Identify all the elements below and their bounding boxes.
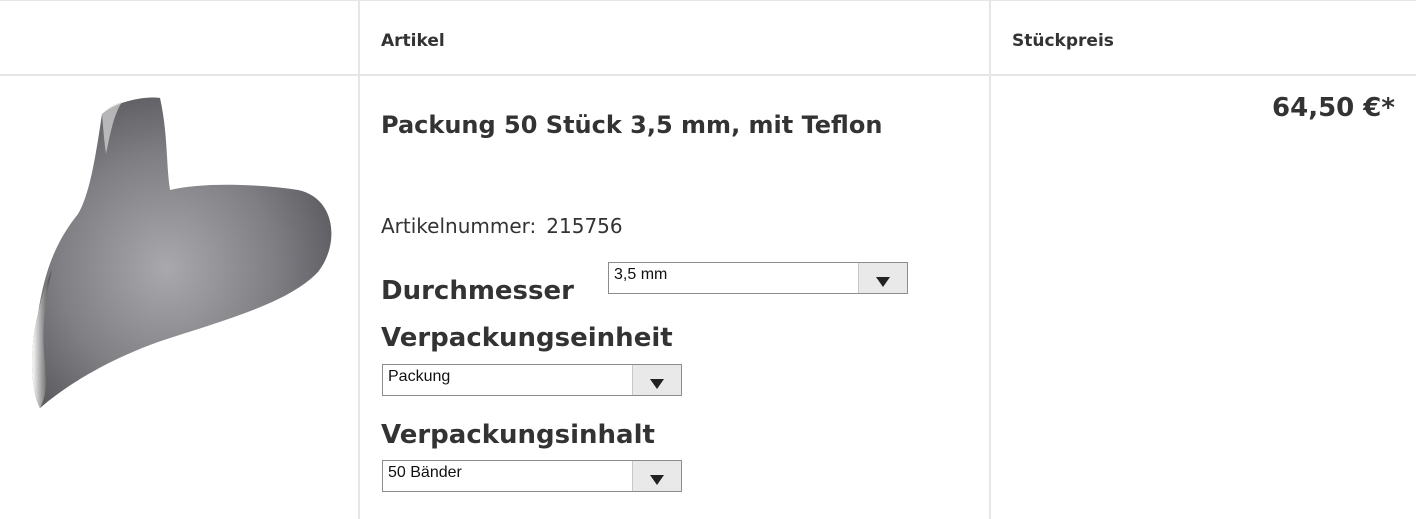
article-number: Artikelnummer: 215756 xyxy=(381,214,623,238)
diameter-select-value: 3,5 mm xyxy=(614,266,668,283)
column-header-article: Artikel xyxy=(381,31,445,51)
packaging-content-select-value: 50 Bänder xyxy=(388,464,462,481)
matrix-band-shape xyxy=(32,97,332,409)
chevron-down-icon[interactable] xyxy=(858,263,907,293)
product-image[interactable] xyxy=(18,94,340,410)
packaging-content-select[interactable]: 50 Bänder xyxy=(382,460,682,492)
product-title[interactable]: Packung 50 Stück 3,5 mm, mit Teflon xyxy=(381,104,941,147)
table-top-border xyxy=(0,0,1416,1)
article-number-value: 215756 xyxy=(546,214,623,238)
diameter-select[interactable]: 3,5 mm xyxy=(608,262,908,294)
packaging-unit-select[interactable]: Packung xyxy=(382,364,682,396)
chevron-down-icon[interactable] xyxy=(632,461,681,491)
packaging-content-label: Verpackungsinhalt xyxy=(381,420,655,450)
column-divider-price xyxy=(989,0,991,519)
header-row-divider xyxy=(0,74,1416,76)
chevron-down-icon[interactable] xyxy=(632,365,681,395)
column-header-unit-price: Stückpreis xyxy=(1012,31,1114,51)
article-number-label: Artikelnummer: xyxy=(381,214,537,238)
column-divider-image xyxy=(358,0,360,519)
diameter-label: Durchmesser xyxy=(381,276,574,306)
packaging-unit-label: Verpackungseinheit xyxy=(381,323,673,353)
unit-price: 64,50 €* xyxy=(1272,93,1395,123)
packaging-unit-select-value: Packung xyxy=(388,368,451,385)
